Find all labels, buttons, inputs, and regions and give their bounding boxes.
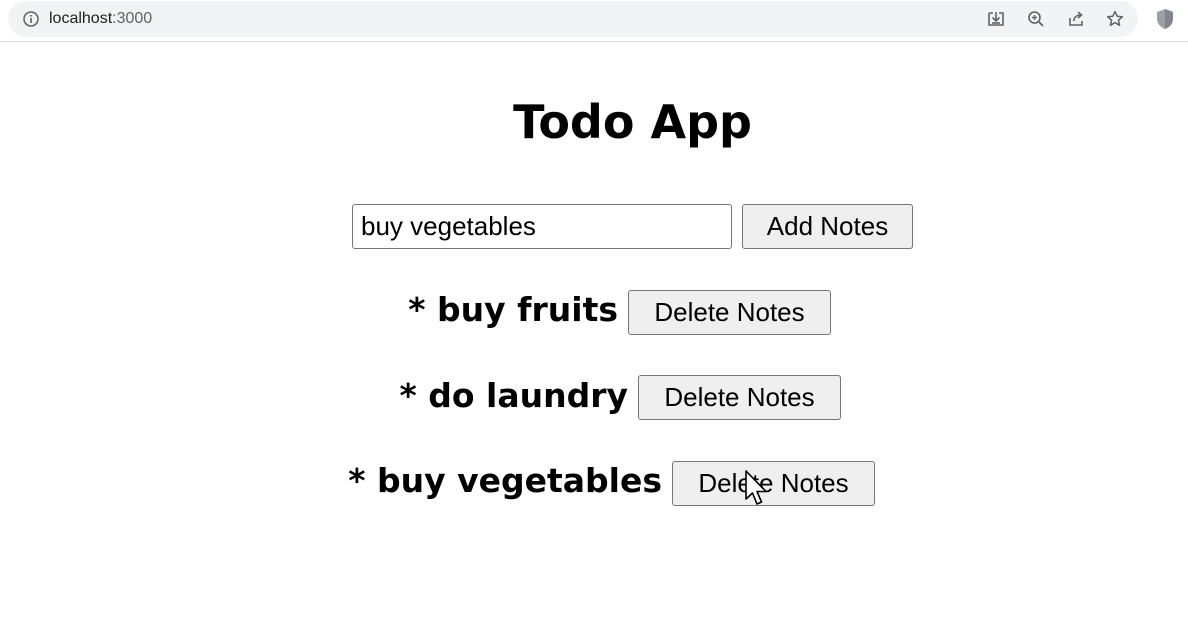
delete-notes-button[interactable]: Delete Notes <box>628 290 831 335</box>
todo-item-text: * buy vegetables <box>348 461 662 500</box>
add-notes-button[interactable]: Add Notes <box>742 204 913 249</box>
info-icon[interactable] <box>22 10 40 28</box>
url-host: localhost <box>49 10 113 27</box>
browser-toolbar: localhost:3000 <box>0 0 1188 42</box>
bookmark-star-icon[interactable] <box>1105 9 1125 29</box>
url-text[interactable]: localhost:3000 <box>49 9 152 29</box>
page-title: Todo App <box>513 95 752 149</box>
extension-shield-icon[interactable] <box>1155 8 1175 30</box>
todo-item-text: * do laundry <box>399 376 628 415</box>
todo-item-text: * buy fruits <box>408 290 618 329</box>
install-app-icon[interactable] <box>986 9 1006 29</box>
note-input[interactable] <box>352 204 732 249</box>
address-bar[interactable]: localhost:3000 <box>8 1 1138 37</box>
url-port: :3000 <box>112 10 153 27</box>
delete-notes-button[interactable]: Delete Notes <box>638 375 841 420</box>
delete-notes-button[interactable]: Delete Notes <box>672 461 875 506</box>
zoom-icon[interactable] <box>1026 9 1046 29</box>
share-icon[interactable] <box>1066 9 1086 29</box>
todo-page: Todo App Add Notes * buy fruits Delete N… <box>0 42 1188 634</box>
